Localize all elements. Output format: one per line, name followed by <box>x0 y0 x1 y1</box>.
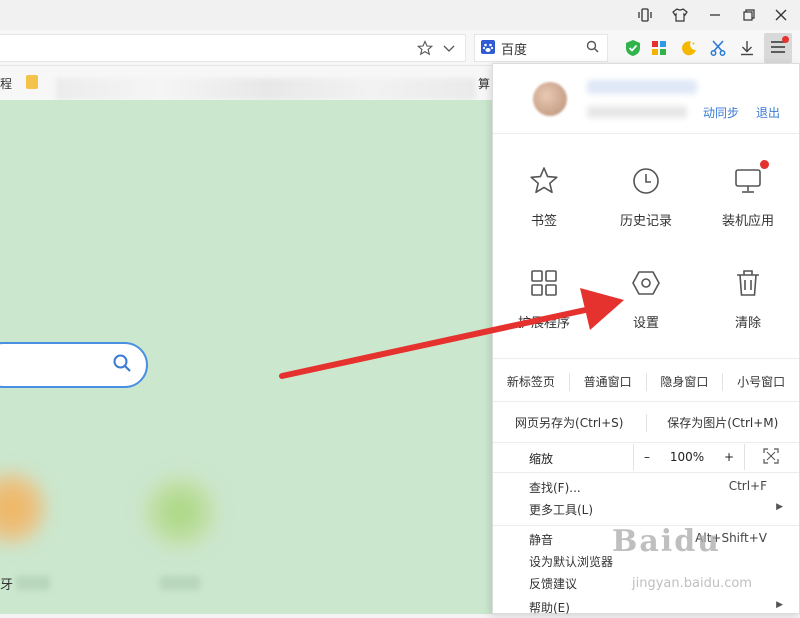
menu-bookmarks-label: 书签 <box>530 214 557 229</box>
hexagon-icon <box>629 266 663 300</box>
browser-main-menu: 动同步 退出 书签 历史记录 装机应用 扩展程序 设置 清除 新标签页 普通窗口… <box>492 63 800 615</box>
new-window-button[interactable]: 普通窗口 <box>570 373 647 391</box>
menu-item-label: 查找(F)... <box>529 481 581 495</box>
menu-item-more-tools[interactable]: 更多工具(L) ▶ <box>493 498 799 520</box>
divider <box>493 358 799 359</box>
page-search-input[interactable] <box>0 342 148 388</box>
zoom-level: 100% <box>669 450 705 464</box>
grid-icon <box>527 266 561 300</box>
zoom-in-button[interactable]: + <box>724 450 734 464</box>
bookmark-item[interactable]: 算 <box>478 75 490 92</box>
site-tile-label[interactable]: 虎牙 <box>0 574 13 593</box>
account-section: 动同步 退出 <box>493 64 799 134</box>
incognito-window-button[interactable]: 隐身窗口 <box>647 373 724 391</box>
menu-clear[interactable]: 清除 <box>697 250 799 346</box>
blurred-account-info <box>587 106 687 118</box>
blurred-bookmarks <box>56 78 476 100</box>
blurred-tile-label <box>160 576 200 590</box>
divider <box>493 525 799 526</box>
divider <box>493 442 799 443</box>
menu-settings-label: 设置 <box>632 316 659 331</box>
menu-item-feedback[interactable]: 反馈建议 <box>493 572 799 594</box>
chevron-right-icon: ▶ <box>776 502 783 512</box>
trash-icon <box>731 266 765 300</box>
moon-icon[interactable] <box>678 37 700 59</box>
blurred-account-name <box>587 80 697 94</box>
shield-icon[interactable] <box>622 37 644 59</box>
sync-link[interactable]: 动同步 <box>703 104 739 121</box>
search-engine-label: 百度 <box>501 42 528 58</box>
toolbar: 百度 <box>0 30 800 66</box>
bookmark-item[interactable]: 程 <box>0 75 12 92</box>
restore-icon[interactable] <box>736 4 762 26</box>
monitor-icon <box>731 160 769 198</box>
vibrate-icon[interactable] <box>632 4 658 26</box>
apps-icon[interactable] <box>648 37 670 59</box>
menu-extensions[interactable]: 扩展程序 <box>493 250 595 346</box>
search-icon[interactable] <box>112 353 132 378</box>
shortcut-label: Ctrl+F <box>728 479 767 493</box>
window-options-row: 新标签页 普通窗口 隐身窗口 小号窗口 <box>493 366 799 398</box>
scissors-icon[interactable] <box>707 37 729 59</box>
menu-item-help[interactable]: 帮助(E) ▶ <box>493 596 799 618</box>
star-icon[interactable] <box>414 37 436 59</box>
save-as-image-button[interactable]: 保存为图片(Ctrl+M) <box>647 414 800 432</box>
save-page-as-button[interactable]: 网页另存为(Ctrl+S) <box>493 414 647 432</box>
menu-extensions-label: 扩展程序 <box>517 316 570 331</box>
menu-item-label: 设为默认浏览器 <box>529 555 614 569</box>
menu-bookmarks[interactable]: 书签 <box>493 148 595 244</box>
save-options-row: 网页另存为(Ctrl+S) 保存为图片(Ctrl+M) <box>493 406 799 440</box>
notification-dot <box>782 36 789 43</box>
logout-link[interactable]: 退出 <box>756 104 780 121</box>
menu-item-default-browser[interactable]: 设为默认浏览器 <box>493 550 799 572</box>
close-icon[interactable] <box>768 4 794 26</box>
magnifier-icon[interactable] <box>586 40 599 57</box>
title-bar <box>0 0 800 30</box>
avatar[interactable] <box>533 82 567 116</box>
zoom-row: 缩放 – 100% + <box>493 444 799 470</box>
clock-icon <box>629 164 663 198</box>
chevron-right-icon: ▶ <box>776 600 783 610</box>
chevron-down-icon[interactable] <box>438 37 460 59</box>
paw-icon <box>481 39 495 57</box>
new-badge <box>760 160 769 169</box>
menu-item-label: 静音 <box>529 533 554 547</box>
menu-clear-label: 清除 <box>734 316 761 331</box>
blurred-tile-label <box>16 576 50 590</box>
divider <box>493 401 799 402</box>
menu-history[interactable]: 历史记录 <box>595 148 697 244</box>
minimize-icon[interactable] <box>702 4 728 26</box>
menu-item-label: 帮助(E) <box>529 601 570 615</box>
zoom-out-button[interactable]: – <box>644 450 650 464</box>
divider <box>493 472 799 473</box>
download-icon[interactable] <box>736 37 758 59</box>
menu-button[interactable] <box>764 33 792 63</box>
menu-item-mute[interactable]: 静音 Alt+Shift+V <box>493 528 799 550</box>
menu-settings[interactable]: 设置 <box>595 250 697 346</box>
new-tab-button[interactable]: 新标签页 <box>493 373 570 391</box>
fullscreen-icon[interactable] <box>763 448 779 468</box>
folder-icon[interactable] <box>26 75 38 89</box>
menu-item-label: 更多工具(L) <box>529 503 594 517</box>
menu-item-label: 反馈建议 <box>529 577 578 591</box>
menu-apps[interactable]: 装机应用 <box>697 148 799 244</box>
star-icon <box>527 164 561 198</box>
menu-item-find[interactable]: 查找(F)... Ctrl+F <box>493 476 799 498</box>
menu-history-label: 历史记录 <box>619 214 672 229</box>
shortcut-label: Alt+Shift+V <box>695 531 767 545</box>
alt-account-window-button[interactable]: 小号窗口 <box>723 373 799 391</box>
zoom-controls: – 100% + <box>633 444 745 470</box>
menu-apps-label: 装机应用 <box>721 214 774 229</box>
site-tile-icon[interactable] <box>142 474 218 550</box>
shirt-icon[interactable] <box>667 4 693 26</box>
search-engine-box[interactable]: 百度 <box>474 34 608 62</box>
address-bar[interactable] <box>0 34 466 62</box>
zoom-label: 缩放 <box>529 452 554 466</box>
